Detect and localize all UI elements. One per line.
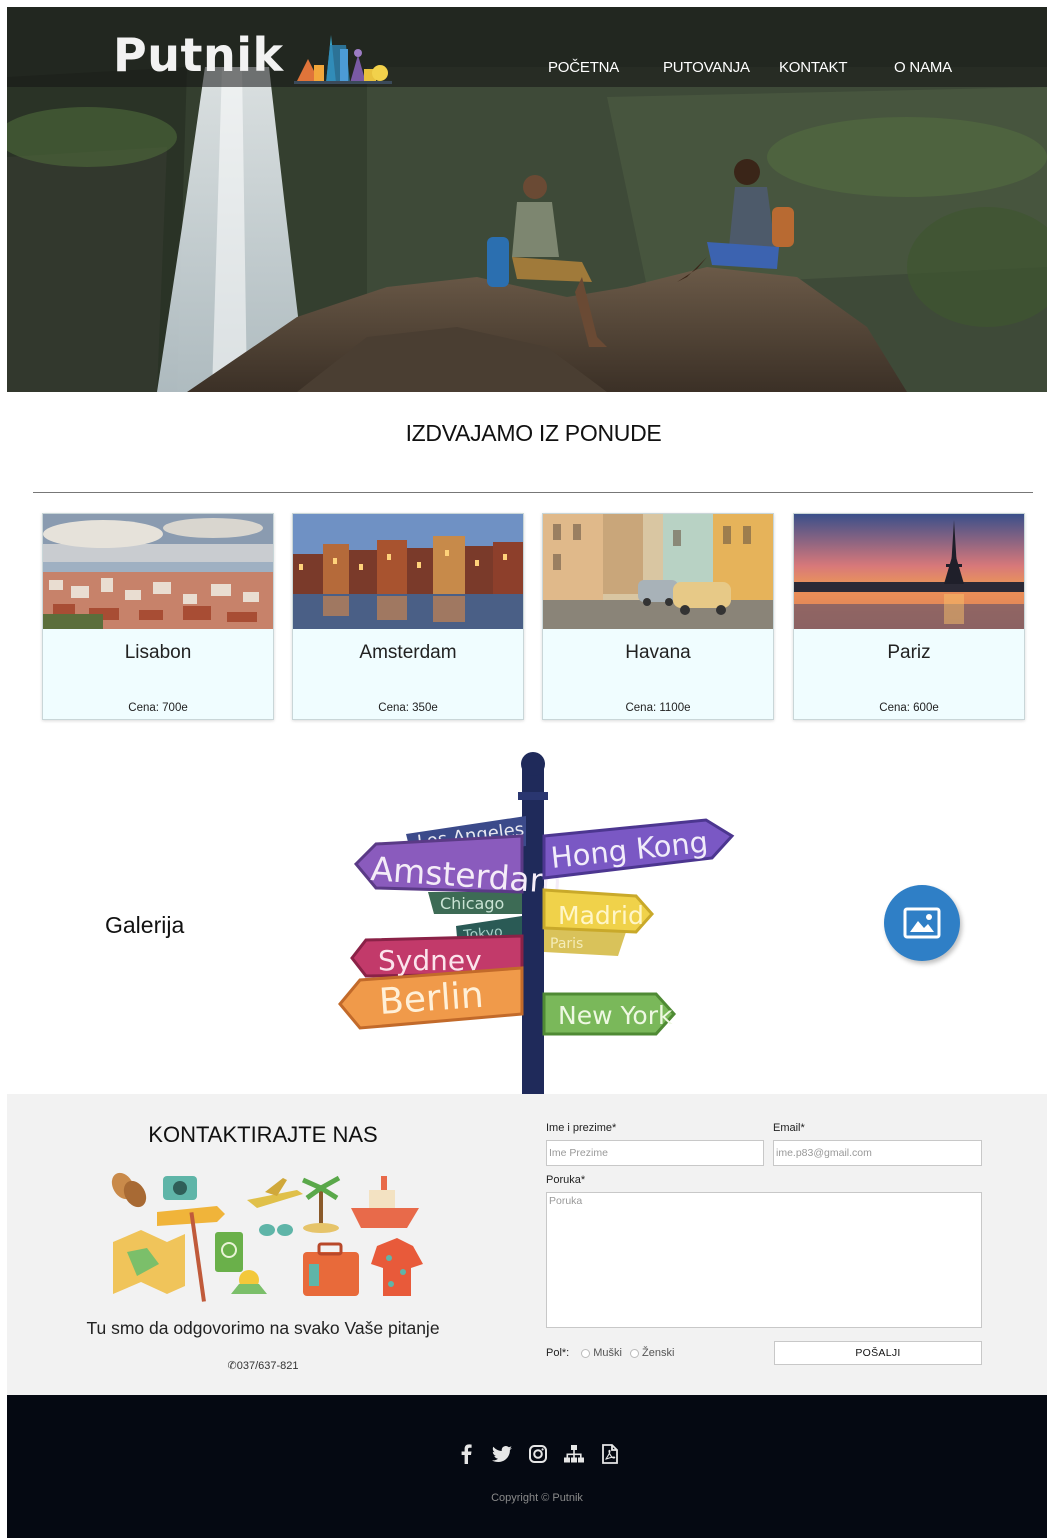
nav-item-o-nama[interactable]: O NAMA <box>894 59 952 76</box>
hero-banner: Putnik POČETNA PUTOVANJA KONTAKT O NAMA <box>7 7 1047 392</box>
sign-hong-kong: Hong Kong <box>542 818 735 880</box>
sign-berlin-text: Berlin <box>378 975 485 1023</box>
twitter-icon[interactable] <box>491 1443 513 1465</box>
offers-heading: IZDVAJAMO IZ PONUDE <box>405 420 662 446</box>
card-city: Havana <box>625 642 691 663</box>
logo[interactable]: Putnik <box>113 25 392 85</box>
gender-option-muski[interactable]: Muški <box>581 1347 622 1359</box>
radio-button[interactable] <box>581 1348 591 1358</box>
send-button[interactable]: POŠALJI <box>774 1341 982 1365</box>
phone-icon: ✆ <box>227 1360 237 1372</box>
card-price: Cena: 350e <box>378 702 438 714</box>
gender-label: Pol*: <box>546 1347 570 1359</box>
havana-photo <box>543 514 773 629</box>
sign-new-york-text: New York <box>558 1001 673 1030</box>
nav-item-pocetna[interactable]: POČETNA <box>548 59 619 76</box>
gender-option-label: Muški <box>593 1347 622 1359</box>
sitemap-icon[interactable] <box>563 1443 585 1465</box>
phone-number: 037/637-821 <box>236 1360 299 1372</box>
offer-card-havana[interactable]: Havana Cena: 1100e <box>542 513 774 720</box>
sign-paris-text: Paris <box>550 936 583 952</box>
radio-button[interactable] <box>629 1348 639 1358</box>
offer-card-pariz[interactable]: Pariz Cena: 600e <box>793 513 1025 720</box>
offer-card-amsterdam[interactable]: Amsterdam Cena: 350e <box>292 513 524 720</box>
footer: Copyright © Putnik <box>7 1395 1047 1538</box>
message-textarea[interactable]: Poruka <box>546 1192 982 1328</box>
pdf-icon[interactable] <box>599 1443 621 1465</box>
card-price: Cena: 600e <box>879 702 939 714</box>
sign-chicago-text: Chicago <box>440 894 504 913</box>
message-label: Poruka* <box>546 1174 586 1186</box>
contact-title: KONTAKTIRAJTE NAS <box>148 1122 378 1147</box>
contact-section: KONTAKTIRAJTE NAS Tu smo da odgovorimo n… <box>7 1094 1047 1395</box>
offer-card-lisabon[interactable]: Lisabon Cena: 700e <box>42 513 274 720</box>
nav-item-putovanja[interactable]: PUTOVANJA <box>663 59 750 76</box>
gender-option-zenski[interactable]: Ženski <box>629 1347 675 1359</box>
gender-option-label: Ženski <box>641 1347 675 1359</box>
name-label: Ime i prezime* <box>546 1122 617 1134</box>
gender-field: Pol*: Muški Ženski <box>546 1347 674 1359</box>
lisabon-photo <box>43 514 273 629</box>
instagram-icon[interactable] <box>527 1443 549 1465</box>
contact-phone[interactable]: ✆037/637-821 <box>7 1359 519 1372</box>
sign-madrid-text: Madrid <box>558 901 644 930</box>
travel-illustration <box>111 1172 423 1302</box>
social-links <box>455 1443 621 1465</box>
gallery-label[interactable]: Galerija <box>105 912 184 939</box>
amsterdam-photo <box>293 514 523 629</box>
card-city: Lisabon <box>124 642 192 663</box>
email-input[interactable]: ime.p83@gmail.com <box>773 1140 982 1166</box>
card-city: Amsterdam <box>359 642 457 663</box>
pariz-photo <box>794 514 1024 629</box>
card-price: Cena: 1100e <box>625 702 691 714</box>
logo-text: Putnik <box>113 28 284 82</box>
contact-text: Tu smo da odgovorimo na svako Vaše pitan… <box>86 1318 440 1338</box>
section-divider <box>33 492 1033 493</box>
card-city: Pariz <box>887 642 931 663</box>
facebook-icon[interactable] <box>455 1443 477 1465</box>
sign-new-york: New York <box>542 992 677 1036</box>
gallery-open-button[interactable] <box>884 885 960 961</box>
nav-item-kontakt[interactable]: KONTAKT <box>779 59 848 76</box>
card-price: Cena: 700e <box>128 702 188 714</box>
name-input[interactable]: Ime Prezime <box>546 1140 764 1166</box>
signpost-image: Los Angeles Chicago Tokyo Paris Amsterda… <box>338 752 735 1094</box>
landmarks-logo-icon <box>293 35 392 84</box>
copyright-text: Copyright © Putnik <box>491 1492 583 1504</box>
sign-madrid: Madrid <box>542 888 655 934</box>
navbar: Putnik POČETNA PUTOVANJA KONTAKT O NAMA <box>7 7 1047 87</box>
email-label: Email* <box>773 1122 805 1134</box>
image-icon <box>903 907 941 939</box>
